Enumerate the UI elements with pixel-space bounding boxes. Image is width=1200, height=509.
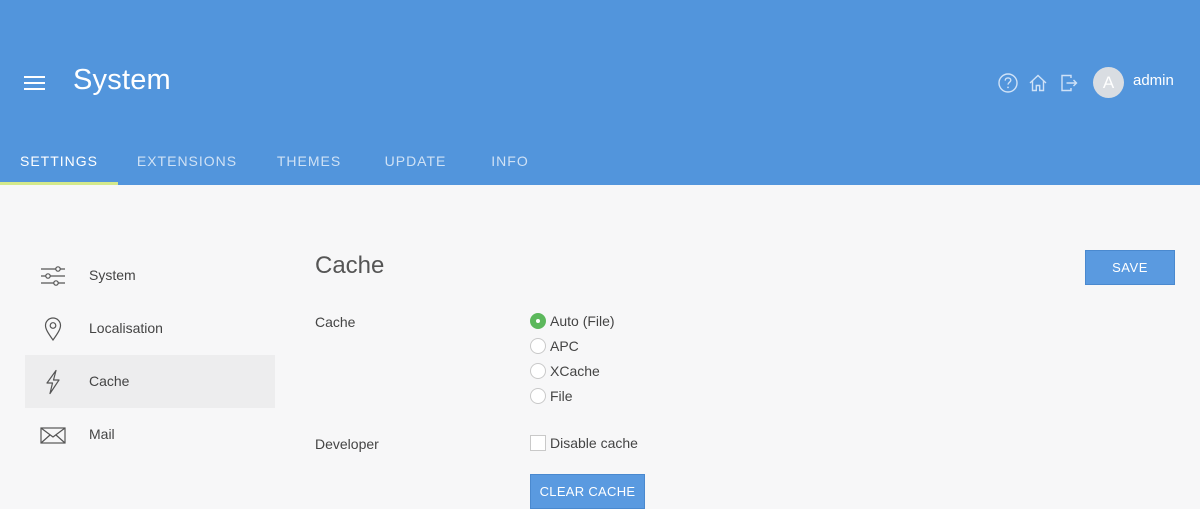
sidebar-item-label: Localisation <box>89 320 163 336</box>
logout-icon[interactable] <box>1058 72 1080 94</box>
help-icon[interactable] <box>997 72 1019 94</box>
tab-update[interactable]: UPDATE <box>379 140 452 185</box>
section-title: Cache <box>315 252 385 279</box>
developer-field-label: Developer <box>315 436 379 452</box>
radio-label: APC <box>550 338 579 354</box>
settings-sidebar: System Localisation Cache Mail <box>25 249 275 461</box>
radio-label: XCache <box>550 363 600 379</box>
sidebar-item-label: System <box>89 267 136 283</box>
radio-button[interactable] <box>530 363 546 379</box>
main-tabs: SETTINGS EXTENSIONS THEMES UPDATE INFO <box>0 140 1200 185</box>
tab-extensions[interactable]: EXTENSIONS <box>134 140 240 185</box>
user-avatar[interactable]: A <box>1093 67 1124 98</box>
radio-label: Auto (File) <box>550 313 615 329</box>
radio-button[interactable] <box>530 388 546 404</box>
radio-button-checked[interactable] <box>530 313 546 329</box>
sidebar-item-label: Mail <box>89 426 115 442</box>
username[interactable]: admin <box>1133 72 1174 89</box>
page-title: System <box>73 64 171 96</box>
checkbox-label: Disable cache <box>550 435 638 451</box>
hamburger-menu-icon[interactable] <box>24 74 46 92</box>
tab-settings[interactable]: SETTINGS <box>0 140 118 185</box>
tab-themes[interactable]: THEMES <box>272 140 346 185</box>
save-button[interactable]: SAVE <box>1085 250 1175 285</box>
cache-field-label: Cache <box>315 314 356 330</box>
clear-cache-button[interactable]: CLEAR CACHE <box>530 474 645 509</box>
sidebar-item-system[interactable]: System <box>25 249 275 302</box>
tab-info[interactable]: INFO <box>485 140 535 185</box>
sidebar-item-localisation[interactable]: Localisation <box>25 302 275 355</box>
disable-cache-checkbox[interactable] <box>530 435 546 451</box>
lightning-icon <box>40 369 66 395</box>
radio-button[interactable] <box>530 338 546 354</box>
radio-label: File <box>550 388 573 404</box>
map-pin-icon <box>40 316 66 342</box>
home-icon[interactable] <box>1027 72 1049 94</box>
sidebar-item-cache[interactable]: Cache <box>25 355 275 408</box>
sidebar-item-label: Cache <box>89 373 130 389</box>
app-header: System A admin SETTINGS EXTENSIONS THEME… <box>0 0 1200 185</box>
sidebar-item-mail[interactable]: Mail <box>25 408 275 461</box>
envelope-icon <box>40 422 66 448</box>
sliders-icon <box>40 263 66 289</box>
